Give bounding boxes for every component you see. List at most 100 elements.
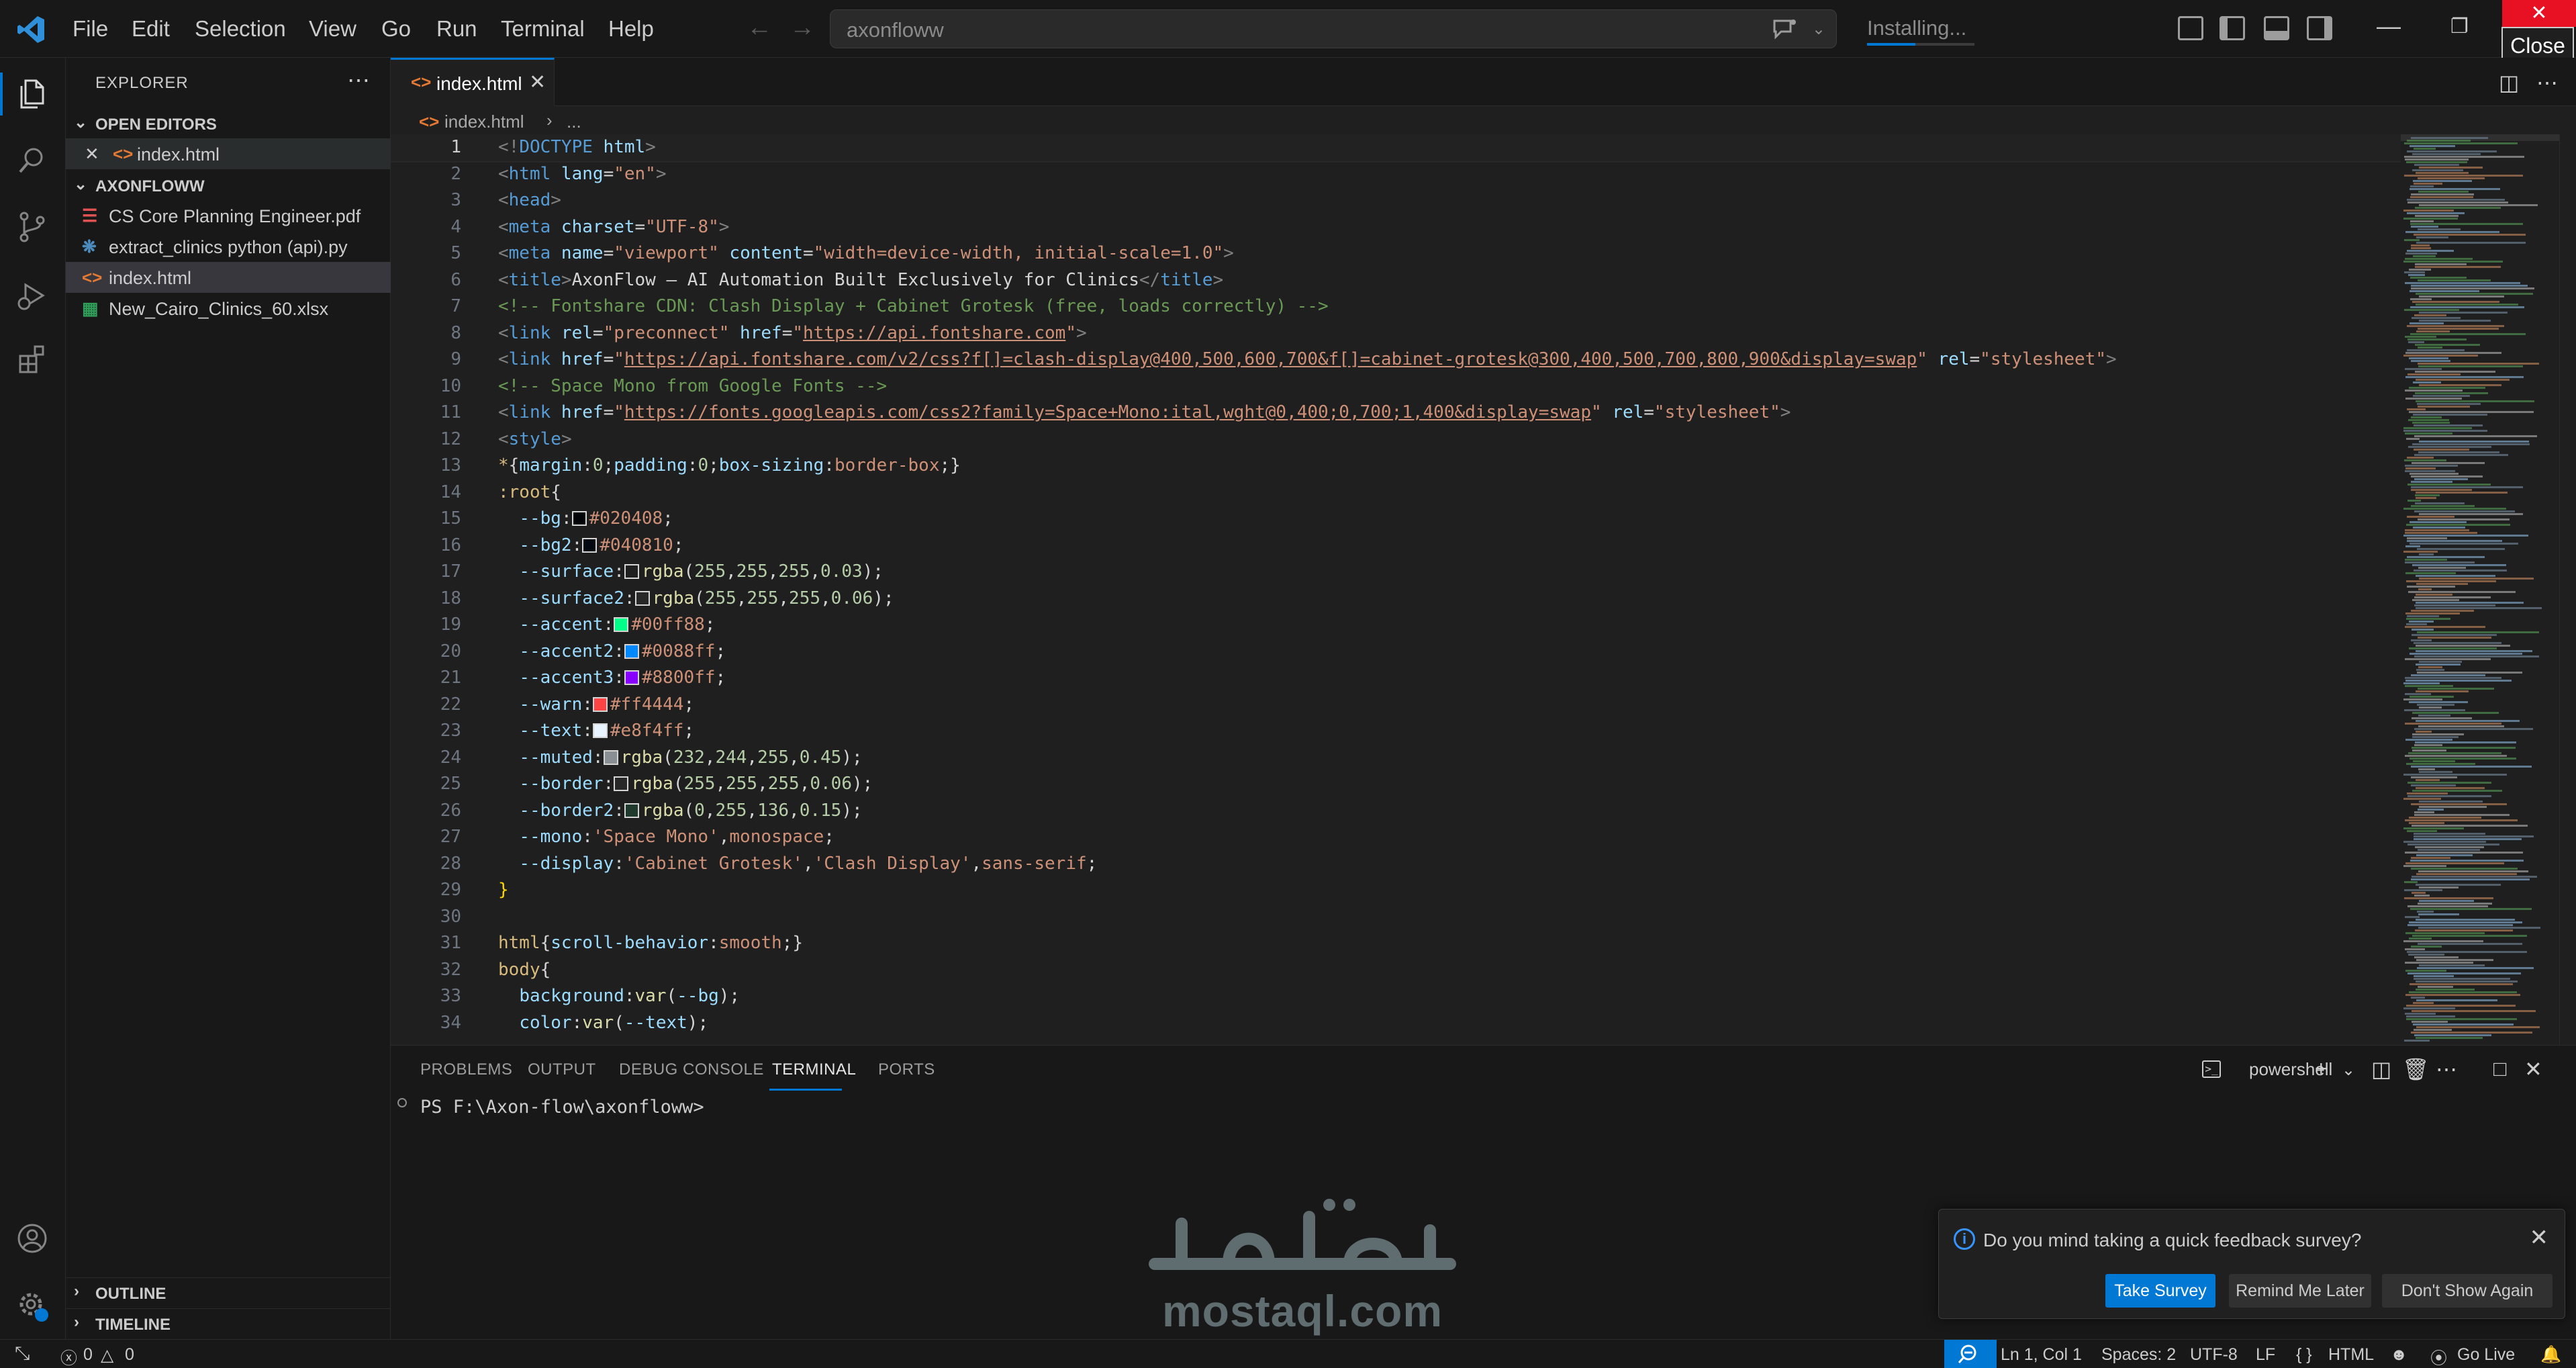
- code-line[interactable]: 32 body{: [391, 957, 2401, 984]
- remote-indicator[interactable]: ⤡: [0, 1340, 47, 1368]
- open-editors-section[interactable]: ⌄ OPEN EDITORS: [66, 109, 391, 138]
- tab-debug-console[interactable]: DEBUG CONSOLE: [619, 1060, 764, 1079]
- code-line[interactable]: 17 --surface: rgba(255,255,255,0.03);: [391, 559, 2401, 586]
- folder-section-axonfloww[interactable]: ⌄ AXONFLOWW: [66, 171, 391, 200]
- code-line[interactable]: 21 --accent3: #8800ff;: [391, 665, 2401, 692]
- copilot-chat-icon[interactable]: [1770, 18, 1799, 40]
- tab-terminal[interactable]: TERMINAL: [772, 1060, 856, 1079]
- code-line[interactable]: 20 --accent2: #0088ff;: [391, 639, 2401, 666]
- code-link[interactable]: https://api.fontshare.com: [803, 323, 1065, 343]
- trash-icon[interactable]: 🗑: [2402, 1056, 2430, 1082]
- tab-output[interactable]: OUTPUT: [528, 1060, 596, 1079]
- outline-section[interactable]: › OUTLINE: [66, 1277, 391, 1307]
- editor-scrollbar[interactable]: [2559, 134, 2576, 1045]
- code-link[interactable]: https://api.fontshare.com/v2/css?f[]=cla…: [624, 349, 1917, 369]
- code-line[interactable]: 34 color:var(--text);: [391, 1010, 2401, 1037]
- terminal-prompt[interactable]: PS F:\Axon-flow\axonfloww>: [420, 1097, 704, 1118]
- new-terminal-plus-icon[interactable]: +: [2315, 1056, 2328, 1081]
- menu-help[interactable]: Help: [608, 16, 654, 42]
- code-line[interactable]: 33 background:var(--bg);: [391, 983, 2401, 1010]
- file-item-xlsx[interactable]: ▦ New_Cairo_Clinics_60.xlsx: [66, 293, 391, 324]
- account-icon[interactable]: [15, 1221, 50, 1256]
- color-swatch[interactable]: [624, 643, 639, 659]
- code-line[interactable]: 2 <html lang="en">: [391, 161, 2401, 188]
- tab-ports[interactable]: PORTS: [878, 1060, 935, 1079]
- minimap[interactable]: [2401, 134, 2559, 1045]
- code-line[interactable]: 19 --accent: #00ff88;: [391, 612, 2401, 639]
- color-swatch[interactable]: [624, 670, 639, 685]
- color-swatch[interactable]: [571, 511, 587, 526]
- remind-later-button[interactable]: Remind Me Later: [2229, 1274, 2371, 1308]
- close-tab-icon[interactable]: ✕: [529, 71, 546, 94]
- more-actions-icon[interactable]: ⋯: [2436, 1056, 2457, 1082]
- copilot-icon[interactable]: ☻: [2390, 1345, 2407, 1365]
- dont-show-again-button[interactable]: Don't Show Again: [2382, 1274, 2553, 1308]
- run-debug-icon[interactable]: [15, 278, 50, 313]
- more-actions-icon[interactable]: ⋯: [2536, 70, 2558, 95]
- open-editor-item[interactable]: ✕ <> index.html: [66, 138, 391, 169]
- split-editor-icon[interactable]: ◫: [2499, 70, 2519, 95]
- go-live-button[interactable]: Go Live: [2457, 1345, 2515, 1365]
- code-line[interactable]: 11 <link href="https://fonts.googleapis.c…: [391, 400, 2401, 426]
- code-line[interactable]: 1 <!DOCTYPE html>: [391, 134, 2401, 163]
- code-line[interactable]: 6 <title>AxonFlow — AI Automation Built E…: [391, 267, 2401, 294]
- code-line[interactable]: 3 <head>: [391, 187, 2401, 214]
- indentation[interactable]: Spaces: 2: [2101, 1345, 2176, 1365]
- file-item-index-html[interactable]: <> index.html: [66, 262, 391, 293]
- restore-icon[interactable]: ❐: [2450, 15, 2469, 38]
- command-center-search[interactable]: axonfloww ⌄: [830, 9, 1837, 48]
- menu-go[interactable]: Go: [381, 16, 411, 42]
- tab-problems[interactable]: PROBLEMS: [420, 1060, 512, 1079]
- close-notification-icon[interactable]: ✕: [2530, 1224, 2549, 1251]
- chevron-down-icon[interactable]: ⌄: [1812, 19, 1825, 39]
- vscode-logo-icon[interactable]: [15, 13, 47, 46]
- menu-view[interactable]: View: [309, 16, 356, 42]
- code-line[interactable]: 29}: [391, 877, 2401, 904]
- code-line[interactable]: 5 <meta name="viewport" content="width=de…: [391, 240, 2401, 267]
- warning-icon[interactable]: △: [101, 1345, 113, 1365]
- error-count[interactable]: 0: [83, 1345, 93, 1365]
- code-link[interactable]: https://fonts.googleapis.com/css2?family…: [624, 402, 1591, 422]
- color-swatch[interactable]: [624, 564, 639, 579]
- search-icon[interactable]: [15, 142, 50, 177]
- menu-terminal[interactable]: Terminal: [501, 16, 585, 42]
- color-swatch[interactable]: [603, 749, 618, 765]
- toggle-secondary-sidebar-icon[interactable]: [2307, 16, 2332, 40]
- file-item-pdf[interactable]: ☰ CS Core Planning Engineer.pdf: [66, 200, 391, 231]
- code-line[interactable]: 10 <!-- Space Mono from Google Fonts -->: [391, 373, 2401, 400]
- notifications-bell-icon[interactable]: 🔔: [2540, 1345, 2561, 1365]
- timeline-section[interactable]: › TIMELINE: [66, 1308, 391, 1338]
- explorer-files-icon[interactable]: [15, 77, 50, 111]
- code-line[interactable]: 18 --surface2: rgba(255,255,255,0.06);: [391, 586, 2401, 612]
- code-line[interactable]: 30: [391, 904, 2401, 931]
- forward-arrow-icon[interactable]: →: [790, 13, 815, 42]
- code-line[interactable]: 16 --bg2: #040810;: [391, 533, 2401, 559]
- color-swatch[interactable]: [614, 617, 629, 632]
- toggle-panel-icon[interactable]: [2264, 16, 2289, 40]
- code-line[interactable]: 28 --display:'Cabinet Grotesk','Clash Di…: [391, 851, 2401, 878]
- toggle-primary-sidebar-icon[interactable]: [2220, 16, 2245, 40]
- language-mode[interactable]: HTML: [2328, 1345, 2374, 1365]
- code-line[interactable]: 25 --border: rgba(255,255,255,0.06);: [391, 771, 2401, 798]
- cursor-position[interactable]: Ln 1, Col 1: [2001, 1345, 2082, 1365]
- close-panel-icon[interactable]: ✕: [2524, 1056, 2542, 1082]
- code-line[interactable]: 15 --bg: #020408;: [391, 506, 2401, 533]
- code-line[interactable]: 27 --mono:'Space Mono',monospace;: [391, 824, 2401, 851]
- color-swatch[interactable]: [624, 803, 639, 818]
- code-line[interactable]: 31 html{scroll-behavior:smooth;}: [391, 930, 2401, 957]
- code-editor[interactable]: 1 <!DOCTYPE html> 2 <html lang="en"> 3 <head>…: [391, 134, 2401, 1045]
- zoom-indicator[interactable]: [1944, 1340, 1997, 1368]
- code-line[interactable]: 14:root{: [391, 480, 2401, 506]
- encoding[interactable]: UTF-8: [2190, 1345, 2238, 1365]
- color-swatch[interactable]: [634, 590, 650, 606]
- take-survey-button[interactable]: Take Survey: [2105, 1274, 2215, 1308]
- menu-selection[interactable]: Selection: [195, 16, 286, 42]
- close-icon[interactable]: ✕: [85, 144, 99, 165]
- source-control-icon[interactable]: [15, 210, 50, 244]
- code-line[interactable]: 22 --warn: #ff4444;: [391, 692, 2401, 719]
- code-line[interactable]: 24 --muted: rgba(232,244,255,0.45);: [391, 745, 2401, 772]
- code-line[interactable]: 26 --border2: rgba(0,255,136,0.15);: [391, 798, 2401, 825]
- line-ending[interactable]: LF: [2256, 1345, 2275, 1365]
- menu-run[interactable]: Run: [436, 16, 477, 42]
- manage-gear-icon[interactable]: [15, 1288, 50, 1323]
